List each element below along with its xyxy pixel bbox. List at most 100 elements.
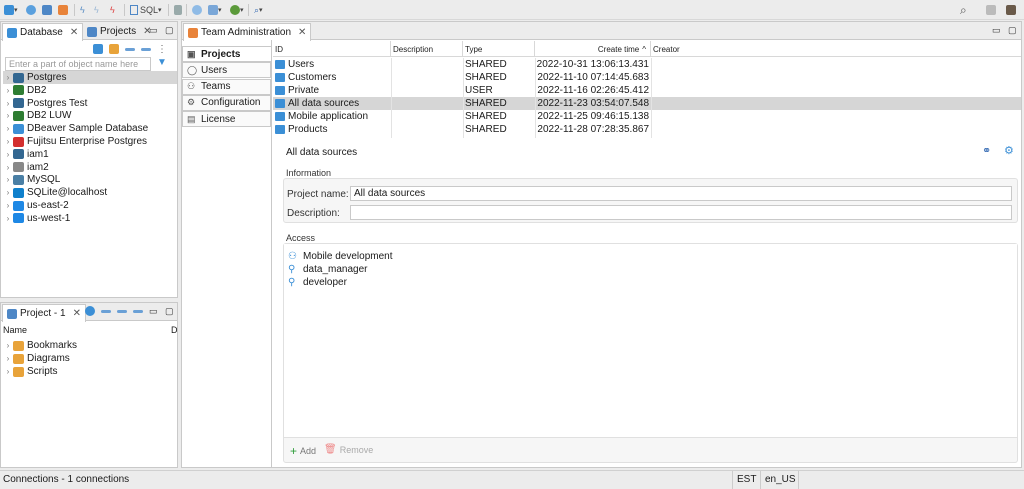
minimize-icon[interactable]: ▭ bbox=[149, 25, 158, 36]
tree-item-connection[interactable]: › DBeaver Sample Database bbox=[3, 122, 177, 135]
avatar[interactable] bbox=[1006, 3, 1016, 17]
side-tab-configuration[interactable]: ⚙ Configuration bbox=[182, 94, 271, 111]
tree-item-label: SQLite@localhost bbox=[27, 187, 108, 199]
tab-database[interactable]: Database ✕ bbox=[2, 23, 84, 41]
access-item[interactable]: ⚇ Mobile development bbox=[288, 250, 393, 263]
expand-arrow-icon[interactable]: › bbox=[3, 175, 13, 184]
column-description[interactable]: Description bbox=[391, 41, 463, 57]
maximize-icon[interactable]: ▢ bbox=[165, 306, 174, 317]
tree-item-connection[interactable]: › us-east-2 bbox=[3, 199, 177, 212]
tree-item-project-folder[interactable]: › Scripts bbox=[3, 365, 58, 378]
cloud-icon[interactable] bbox=[192, 3, 202, 17]
expand-arrow-icon[interactable]: › bbox=[3, 367, 13, 376]
table-row[interactable]: Products SHARED 2022-11-28 07:28:35.867 bbox=[273, 123, 1021, 136]
tree-item-connection[interactable]: › iam2 bbox=[3, 161, 177, 174]
tab-team-administration[interactable]: Team Administration ✕ bbox=[183, 23, 312, 41]
table-row[interactable]: Mobile application SHARED 2022-11-25 09:46… bbox=[273, 110, 1021, 123]
link-icon[interactable] bbox=[141, 47, 151, 51]
collapse-icon[interactable] bbox=[101, 309, 111, 313]
admin-side-tabs: ▣ Projects ◯ Users ⚇ Teams ⚙ Configuration ▤ Lice… bbox=[182, 46, 272, 166]
close-icon[interactable]: ✕ bbox=[73, 308, 81, 319]
global-search-icon[interactable]: ⌕ bbox=[960, 3, 967, 17]
side-tab-users[interactable]: ◯ Users bbox=[182, 62, 271, 79]
minimize-icon[interactable]: ▭ bbox=[149, 306, 158, 317]
side-tab-projects[interactable]: ▣ Projects bbox=[182, 46, 271, 62]
close-icon[interactable]: ✕ bbox=[298, 27, 306, 38]
new-connection-icon[interactable]: ▾ bbox=[4, 3, 18, 17]
close-icon[interactable]: ✕ bbox=[70, 27, 78, 38]
menu-icon[interactable]: ⋮ bbox=[157, 44, 167, 55]
compare-icon[interactable]: ▾ bbox=[208, 3, 222, 17]
expand-arrow-icon[interactable]: › bbox=[3, 341, 13, 350]
minimize-icon[interactable]: ▭ bbox=[992, 25, 1001, 36]
new-folder-icon[interactable] bbox=[109, 44, 119, 54]
column-create-time[interactable]: Create time ^ bbox=[535, 41, 651, 57]
link-icon[interactable] bbox=[117, 309, 127, 313]
tree-item-connection[interactable]: › Postgres bbox=[3, 71, 177, 84]
gear-icon[interactable]: ⚙ bbox=[1004, 144, 1014, 157]
side-tab-teams[interactable]: ⚇ Teams bbox=[182, 78, 271, 95]
table-row[interactable]: Users SHARED 2022-10-31 13:06:13.431 bbox=[273, 58, 1021, 71]
expand-arrow-icon[interactable]: › bbox=[3, 188, 13, 197]
expand-arrow-icon[interactable]: › bbox=[3, 137, 13, 146]
lock-icon[interactable] bbox=[174, 3, 182, 17]
expand-arrow-icon[interactable]: › bbox=[3, 73, 13, 82]
tree-item-connection[interactable]: › us-west-1 bbox=[3, 212, 177, 225]
filter-icon[interactable]: ▼ bbox=[157, 57, 167, 68]
flash-icon[interactable]: ϟ bbox=[80, 3, 85, 17]
remove-button[interactable]: 🗑 Remove bbox=[324, 444, 373, 455]
tree-item-connection[interactable]: › SQLite@localhost bbox=[3, 186, 177, 199]
table-row[interactable]: Customers SHARED 2022-11-10 07:14:45.683 bbox=[273, 71, 1021, 84]
tree-item-project-folder[interactable]: › Diagrams bbox=[3, 352, 70, 365]
refresh-icon[interactable] bbox=[133, 309, 143, 313]
new-connection-icon[interactable] bbox=[93, 44, 103, 54]
connect-icon[interactable] bbox=[26, 3, 36, 17]
locale-status[interactable]: en_US bbox=[765, 474, 796, 485]
column-creator[interactable]: Creator bbox=[651, 41, 1021, 57]
add-button[interactable]: + Add bbox=[290, 444, 316, 458]
expand-arrow-icon[interactable]: › bbox=[3, 99, 13, 108]
column-type[interactable]: Type bbox=[463, 41, 535, 57]
tree-item-connection[interactable]: › DB2 LUW bbox=[3, 109, 177, 122]
side-tab-label: Users bbox=[201, 64, 228, 76]
flash-off-icon[interactable]: ϟ bbox=[94, 3, 99, 17]
tree-item-project-folder[interactable]: › Bookmarks bbox=[3, 339, 77, 352]
tree-item-connection[interactable]: › Postgres Test bbox=[3, 97, 177, 110]
collapse-icon[interactable] bbox=[125, 47, 135, 51]
tx-icon[interactable]: ϟ bbox=[110, 3, 115, 17]
tree-item-connection[interactable]: › iam1 bbox=[3, 148, 177, 161]
config-icon[interactable] bbox=[85, 306, 95, 316]
sql-editor-button[interactable]: SQL ▾ bbox=[130, 3, 162, 17]
expand-arrow-icon[interactable]: › bbox=[3, 150, 13, 159]
expand-arrow-icon[interactable]: › bbox=[3, 354, 13, 363]
timezone-status[interactable]: EST bbox=[737, 474, 756, 485]
tree-item-connection[interactable]: › DB2 bbox=[3, 84, 177, 97]
access-item[interactable]: ⚲ data_manager bbox=[288, 263, 368, 276]
access-item[interactable]: ⚲ developer bbox=[288, 276, 347, 289]
project-name-field[interactable]: All data sources bbox=[350, 186, 1012, 201]
expand-arrow-icon[interactable]: › bbox=[3, 201, 13, 210]
tab-projects[interactable]: Projects ✕ bbox=[83, 23, 156, 40]
expand-arrow-icon[interactable]: › bbox=[3, 163, 13, 172]
expand-arrow-icon[interactable]: › bbox=[3, 86, 13, 95]
tree-item-connection[interactable]: › MySQL bbox=[3, 173, 177, 186]
search-toolbar-icon[interactable]: ⌕ ▾ bbox=[254, 3, 263, 17]
side-tab-license[interactable]: ▤ License bbox=[182, 111, 271, 128]
expand-arrow-icon[interactable]: › bbox=[3, 124, 13, 133]
db-folder-icon[interactable] bbox=[58, 3, 68, 17]
open-folder-icon[interactable] bbox=[42, 3, 52, 17]
expand-arrow-icon[interactable]: › bbox=[3, 111, 13, 120]
prefs-icon[interactable] bbox=[986, 3, 996, 17]
expand-arrow-icon[interactable]: › bbox=[3, 214, 13, 223]
tab-project-1[interactable]: Project - 1 ✕ bbox=[2, 304, 86, 322]
table-row[interactable]: Private USER 2022-11-16 02:26:45.412 bbox=[273, 84, 1021, 97]
maximize-icon[interactable]: ▢ bbox=[1008, 25, 1017, 36]
filter-input[interactable]: Enter a part of object name here bbox=[5, 57, 151, 71]
maximize-icon[interactable]: ▢ bbox=[165, 25, 174, 36]
table-row[interactable]: All data sources SHARED 2022-11-23 03:54:0… bbox=[273, 97, 1021, 110]
column-id[interactable]: ID bbox=[273, 41, 391, 57]
debug-icon[interactable]: ▾ bbox=[230, 3, 244, 17]
binoculars-icon[interactable]: ⚭ bbox=[982, 144, 991, 157]
description-field[interactable] bbox=[350, 205, 1012, 220]
tree-item-connection[interactable]: › Fujitsu Enterprise Postgres bbox=[3, 135, 177, 148]
